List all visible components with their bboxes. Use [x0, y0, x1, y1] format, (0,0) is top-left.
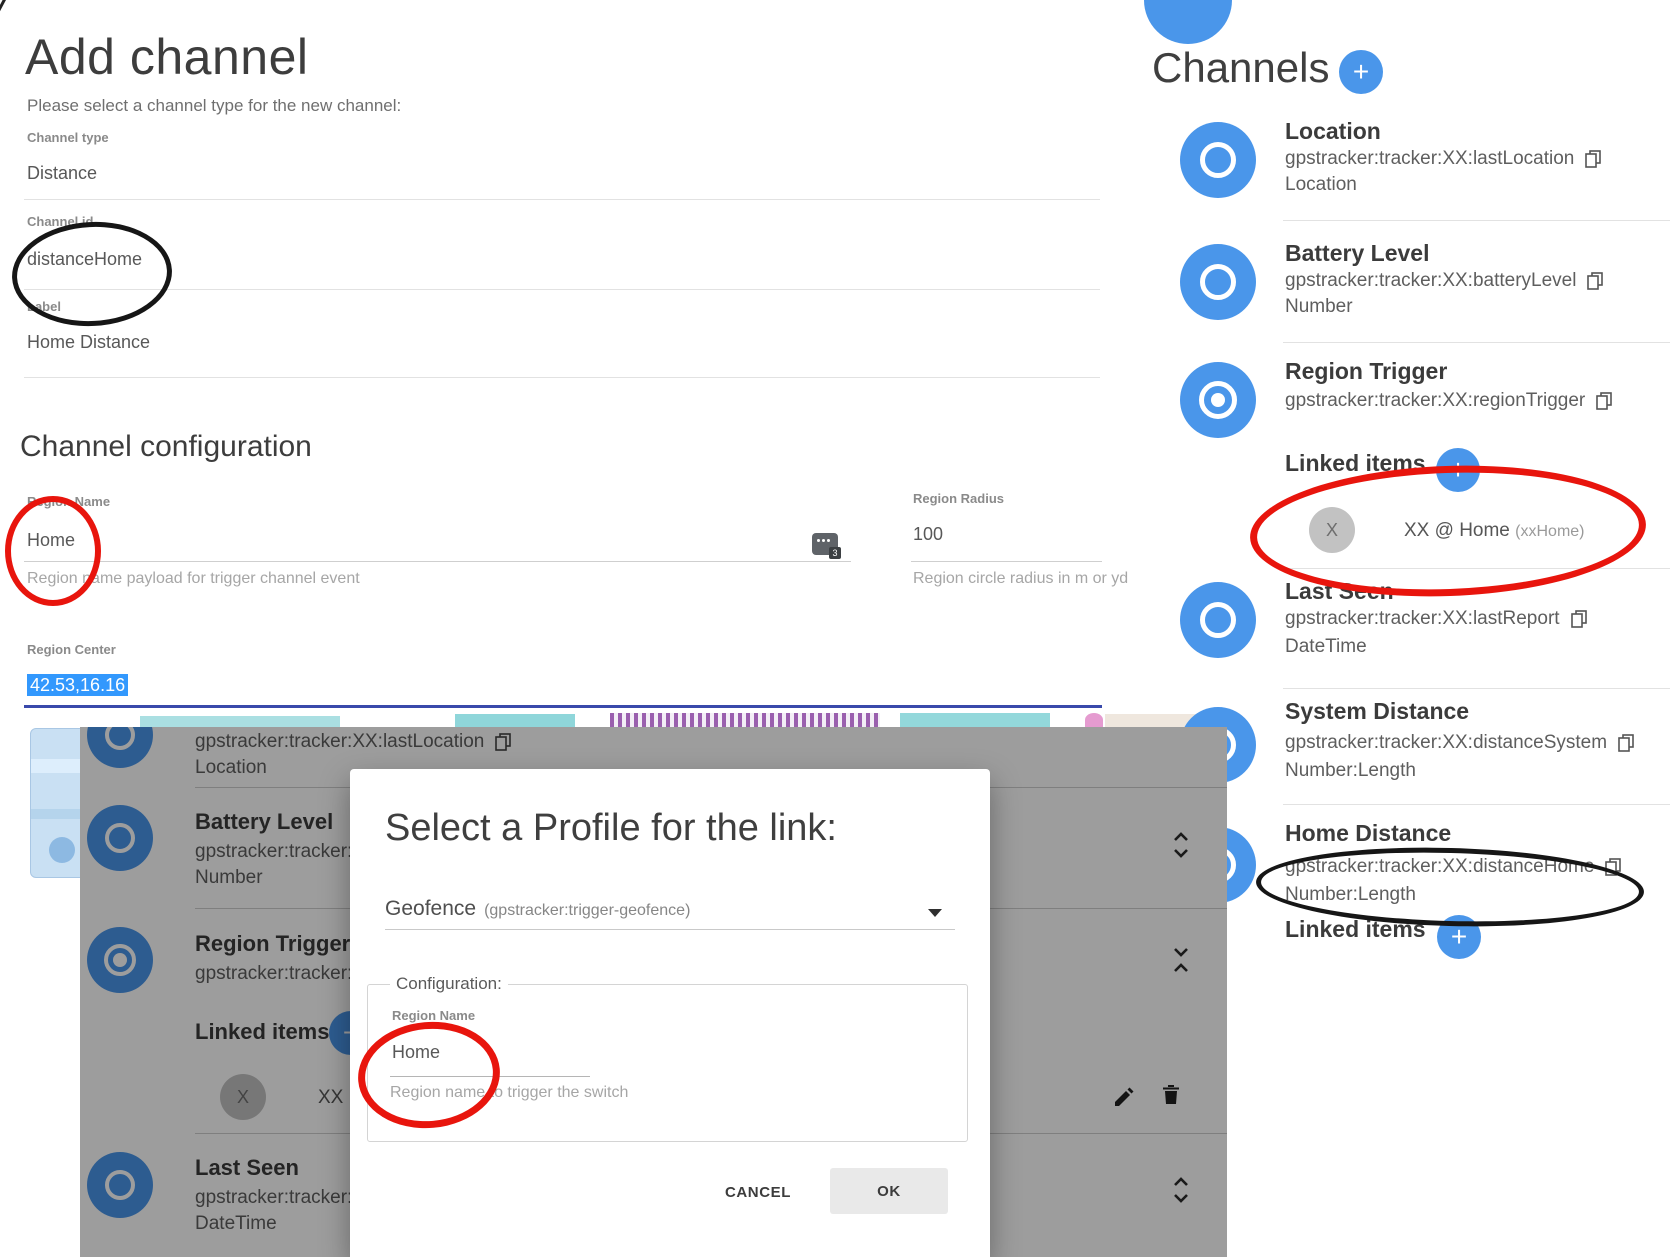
- divider: [24, 561, 851, 562]
- channel-uid: gpstracker:tracker:XX:batteryLevel: [1285, 270, 1576, 292]
- ring-icon: [1200, 264, 1236, 300]
- copy-icon[interactable]: [1596, 392, 1612, 410]
- channel-type-label: Channel type: [27, 130, 109, 145]
- dialog-title: Select a Profile for the link:: [385, 807, 837, 850]
- add-channel-fab[interactable]: +: [1339, 50, 1383, 94]
- channel-state-icon: [1180, 244, 1256, 320]
- channel-uid: gpstracker:tracker:XX:lastLocation: [1285, 148, 1574, 170]
- region-center-input[interactable]: 42.53,16.16: [27, 675, 128, 696]
- divider: [24, 199, 1100, 200]
- channel-title: Region Trigger: [1285, 358, 1447, 385]
- channel-state-icon: [1180, 122, 1256, 198]
- dropdown-arrow-icon[interactable]: [928, 909, 942, 917]
- text-fragment: [610, 713, 880, 727]
- copy-icon[interactable]: [1571, 610, 1587, 628]
- divider: [1283, 688, 1670, 689]
- divider: [911, 561, 1102, 562]
- map-fragment: [1085, 713, 1103, 727]
- ring-icon: [1200, 602, 1236, 638]
- channel-type: Number: [1285, 296, 1353, 318]
- app-canvas: Add channel Please select a channel type…: [0, 0, 1670, 1257]
- profile-select-value: Geofence: [385, 897, 476, 921]
- region-radius-input[interactable]: 100: [913, 524, 943, 545]
- autofill-badge: 3: [829, 547, 841, 559]
- annotation-red-ellipse-linked-item: [1248, 459, 1648, 603]
- fieldset-legend: Configuration:: [390, 974, 508, 994]
- profile-select-detail: (gpstracker:trigger-geofence): [484, 902, 690, 920]
- focused-underline: [24, 705, 1102, 708]
- divider: [1283, 342, 1670, 343]
- autofill-dots: [817, 539, 830, 542]
- channel-type: Number:Length: [1285, 760, 1416, 782]
- region-radius-label: Region Radius: [913, 491, 1004, 506]
- channel-title: Location: [1285, 118, 1381, 145]
- channel-type: Location: [1285, 174, 1357, 196]
- scrolled-blue-circle: [1144, 0, 1232, 44]
- divider: [1283, 804, 1670, 805]
- divider: [385, 929, 955, 930]
- config-section-title: Channel configuration: [20, 430, 312, 464]
- divider: [24, 289, 1100, 290]
- map-fragment: [140, 716, 340, 727]
- bullseye-icon: [1199, 381, 1237, 419]
- ok-button[interactable]: OK: [830, 1168, 948, 1214]
- map-detail: [49, 837, 75, 863]
- region-radius-hint: Region circle radius in m or yd: [913, 570, 1128, 588]
- channel-type-select[interactable]: Distance: [27, 163, 97, 184]
- channel-uid: gpstracker:tracker:XX:regionTrigger: [1285, 390, 1585, 412]
- copy-icon[interactable]: [1587, 272, 1603, 290]
- channel-title: Home Distance: [1285, 820, 1451, 847]
- page-title: Add channel: [25, 28, 309, 86]
- copy-icon[interactable]: [1585, 150, 1601, 168]
- map-fragment: [900, 713, 1050, 727]
- form-subtitle: Please select a channel type for the new…: [27, 96, 401, 116]
- selected-text[interactable]: 42.53,16.16: [27, 674, 128, 696]
- channel-uid: gpstracker:tracker:XX:distanceSystem: [1285, 732, 1607, 754]
- stray-annotation-mark: [0, 0, 7, 21]
- copy-icon[interactable]: [1618, 734, 1634, 752]
- map-fragment: [455, 714, 575, 727]
- cancel-button[interactable]: CANCEL: [713, 1170, 803, 1214]
- annotation-red-circle-region-name: [5, 496, 101, 606]
- region-center-label: Region Center: [27, 642, 116, 657]
- channel-title: System Distance: [1285, 698, 1469, 725]
- divider: [24, 377, 1100, 378]
- channels-heading: Channels: [1152, 44, 1329, 92]
- trigger-channel-icon: [1180, 362, 1256, 438]
- label-input[interactable]: Home Distance: [27, 332, 150, 353]
- channel-state-icon: [1180, 582, 1256, 658]
- channel-type: DateTime: [1285, 636, 1367, 658]
- divider: [1283, 220, 1670, 221]
- channel-uid: gpstracker:tracker:XX:lastReport: [1285, 608, 1560, 630]
- autofill-extension-icon[interactable]: 3: [812, 533, 838, 555]
- page-content-sliver: [80, 712, 1227, 727]
- region-name-label: Region Name: [392, 1008, 475, 1023]
- profile-dialog: Select a Profile for the link: Geofence …: [350, 769, 990, 1257]
- ring-icon: [1200, 142, 1236, 178]
- channel-title: Battery Level: [1285, 240, 1429, 267]
- profile-select[interactable]: Geofence (gpstracker:trigger-geofence): [385, 897, 690, 921]
